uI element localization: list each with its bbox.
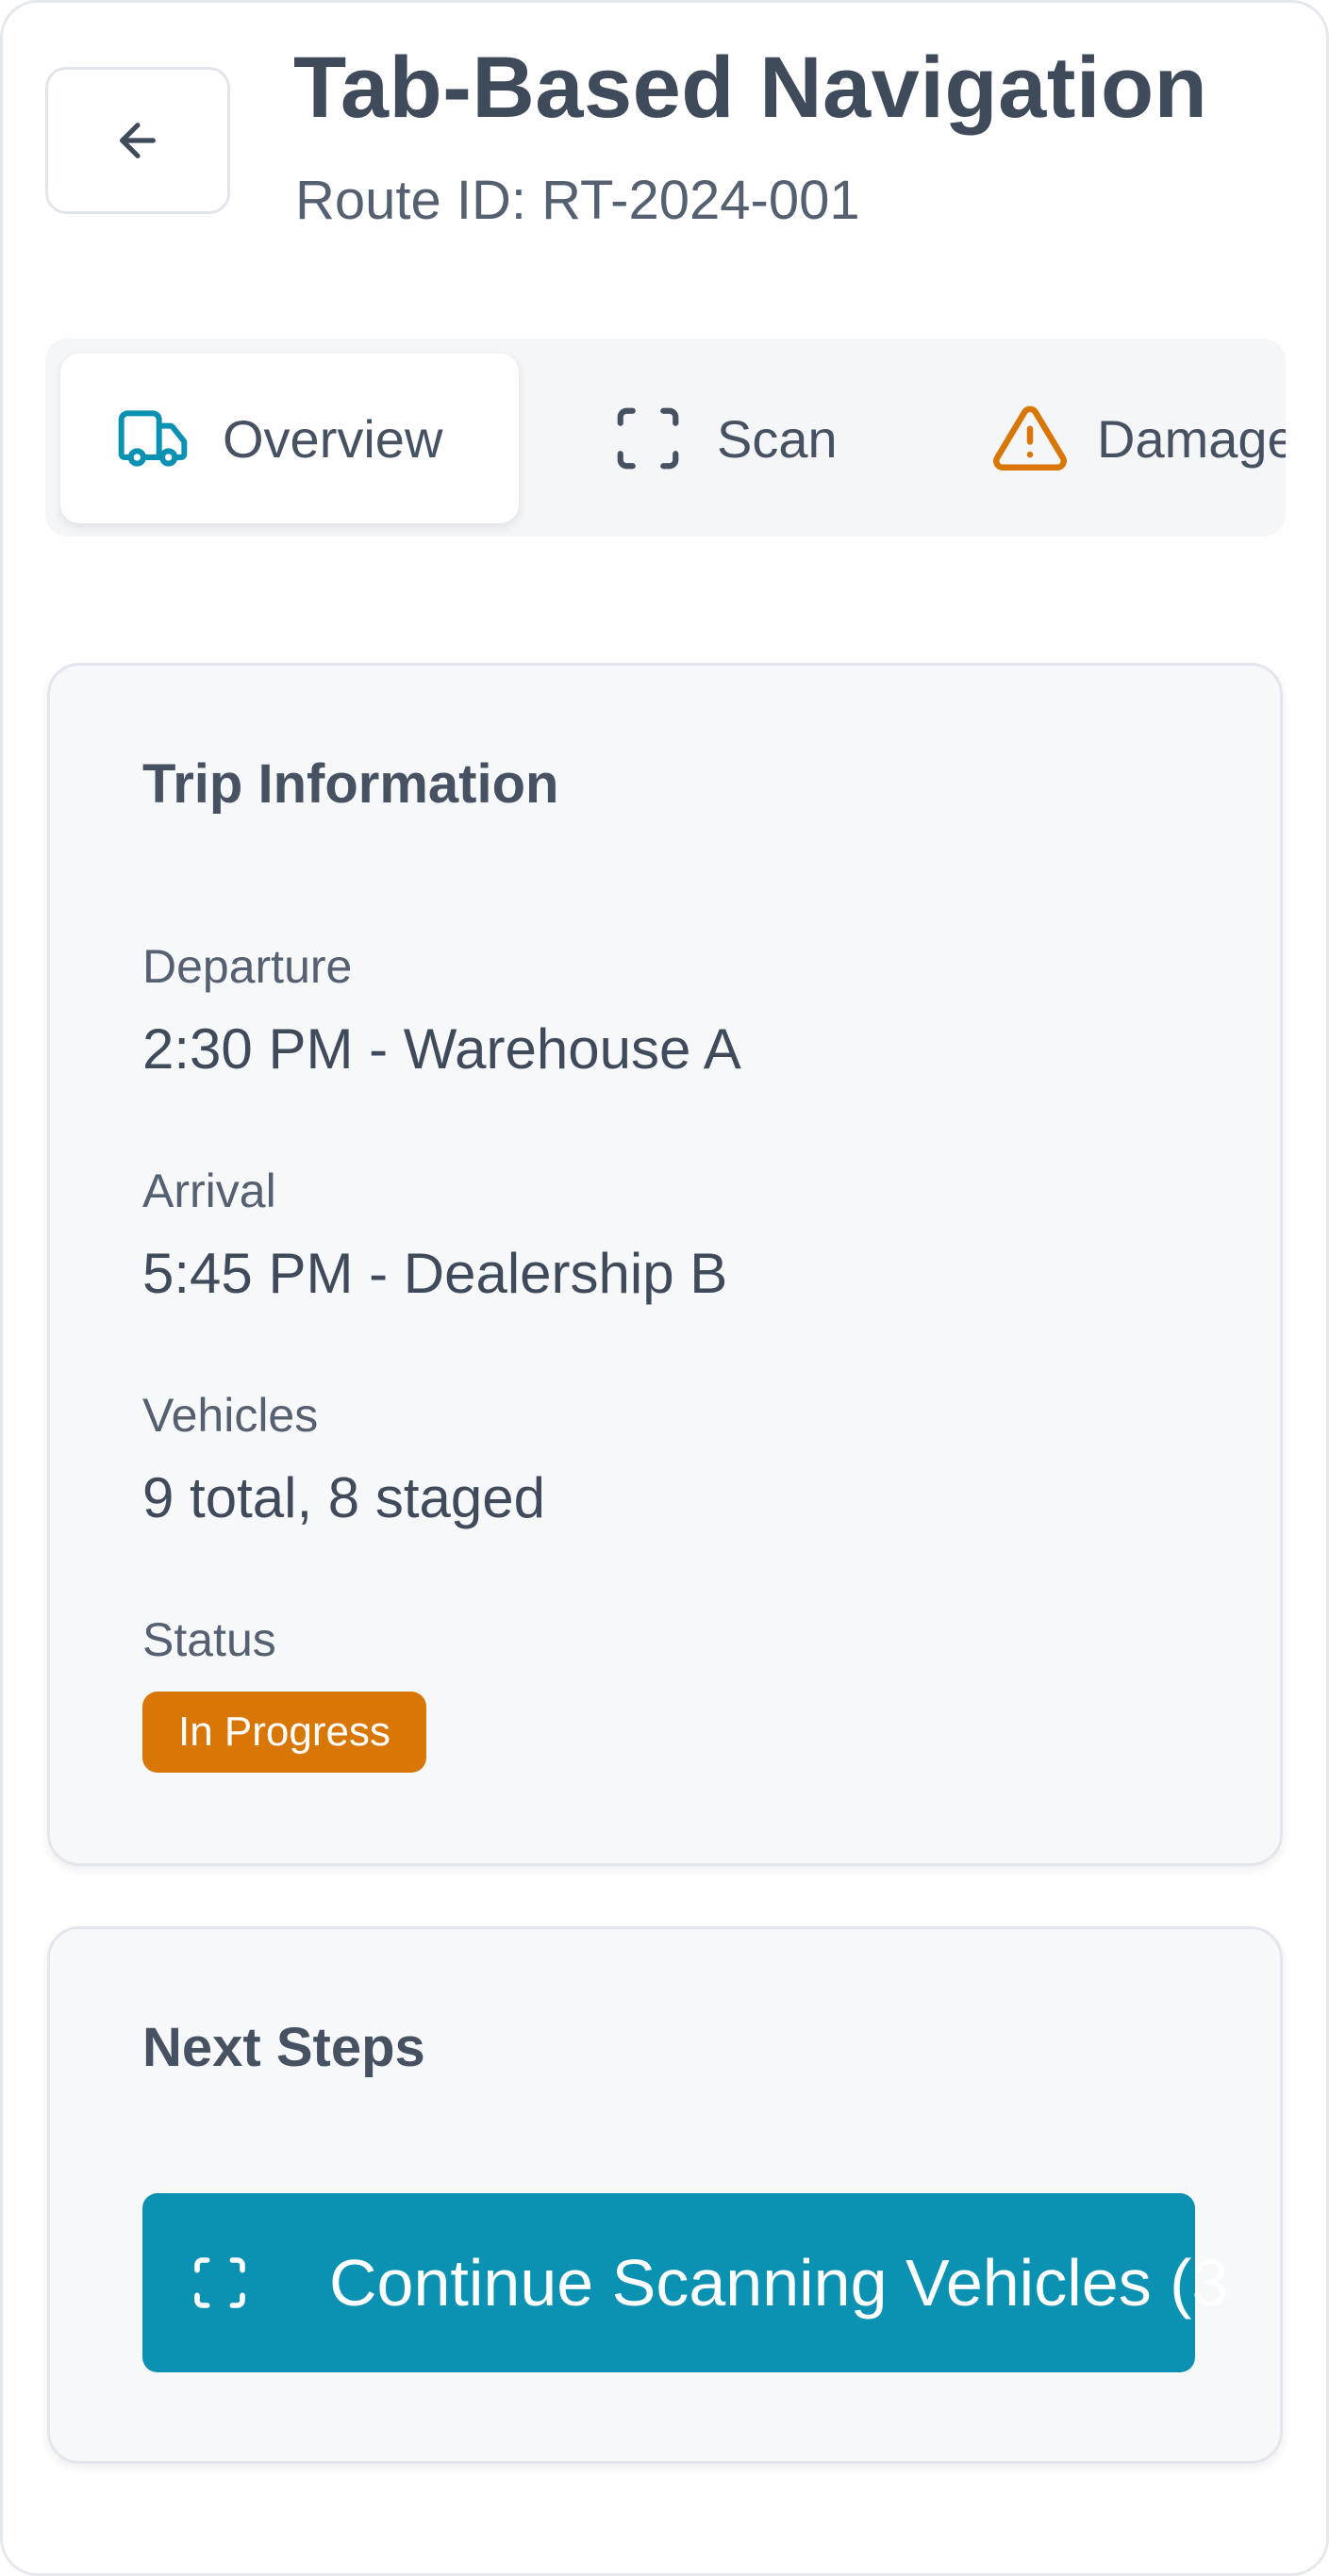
departure-label: Departure	[142, 940, 353, 993]
status-label: Status	[142, 1613, 276, 1666]
trip-information-card: Trip Information Departure 2:30 PM - War…	[47, 663, 1283, 1866]
scan-frame-icon	[190, 2253, 250, 2313]
vehicles-value: 9 total, 8 staged	[142, 1466, 545, 1529]
tab-scan-label: Scan	[717, 408, 838, 469]
vehicles-label: Vehicles	[142, 1389, 319, 1442]
arrival-label: Arrival	[142, 1164, 276, 1217]
continue-scanning-button[interactable]: Continue Scanning Vehicles (3	[142, 2193, 1228, 2372]
tab-scan[interactable]: Scan	[611, 354, 838, 523]
continue-scanning-label: Continue Scanning Vehicles (3	[329, 2246, 1229, 2320]
next-steps-card: Next Steps Continue Scanning Vehicles (3	[47, 1926, 1283, 2464]
page-title: Tab-Based Navigation	[293, 40, 1208, 136]
tab-damage[interactable]: Damage	[991, 354, 1286, 523]
scan-frame-icon	[611, 402, 685, 475]
back-button[interactable]	[45, 67, 230, 214]
card-title: Trip Information	[142, 753, 559, 815]
truck-icon	[115, 401, 191, 476]
app-frame: Tab-Based Navigation Route ID: RT-2024-0…	[0, 0, 1329, 2576]
tab-bar: Overview Scan Damage	[45, 339, 1286, 537]
arrival-value: 5:45 PM - Dealership B	[142, 1242, 728, 1305]
arrow-left-icon	[111, 114, 164, 167]
card-title: Next Steps	[142, 2017, 425, 2078]
status-badge: In Progress	[142, 1692, 426, 1773]
route-id: Route ID: RT-2024-001	[295, 170, 860, 231]
tab-damage-label: Damage	[1097, 408, 1286, 469]
tab-overview-label: Overview	[223, 408, 443, 469]
warning-triangle-icon	[991, 400, 1069, 477]
tab-overview[interactable]: Overview	[60, 354, 519, 523]
departure-value: 2:30 PM - Warehouse A	[142, 1017, 741, 1081]
